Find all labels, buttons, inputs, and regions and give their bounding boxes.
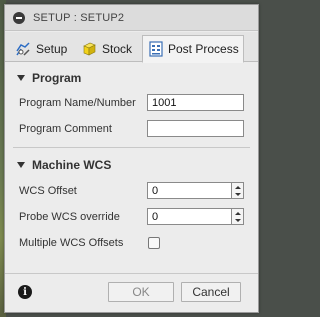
collapse-caret-icon[interactable] [17, 75, 25, 81]
machine-wcs-section-title: Machine WCS [32, 158, 112, 172]
post-process-icon [149, 41, 163, 57]
setup-icon [16, 41, 30, 56]
wcs-offset-stepper[interactable] [232, 182, 244, 199]
dialog-footer: i OK Cancel [5, 273, 258, 312]
wcs-offset-label: WCS Offset [19, 185, 77, 197]
multiple-wcs-label: Multiple WCS Offsets [19, 237, 124, 249]
tab-bar: Setup Stock Post Process [5, 32, 258, 63]
spin-up-icon[interactable] [235, 212, 241, 215]
spin-up-icon[interactable] [235, 186, 241, 189]
probe-wcs-stepper[interactable] [232, 208, 244, 225]
setup-dialog: SETUP : SETUP2 Setup Stock Post Process … [4, 4, 259, 313]
multiple-wcs-checkbox[interactable] [148, 237, 160, 249]
dialog-titlebar[interactable]: SETUP : SETUP2 [5, 5, 258, 31]
program-comment-input[interactable] [147, 120, 244, 137]
spin-down-icon[interactable] [235, 219, 241, 222]
cancel-button[interactable]: Cancel [181, 282, 241, 302]
program-section-header[interactable]: Program [17, 70, 81, 86]
info-icon[interactable]: i [18, 285, 32, 299]
wcs-offset-input[interactable]: 0 [147, 182, 232, 199]
tab-setup-label: Setup [36, 41, 68, 56]
collapse-icon[interactable] [13, 11, 25, 24]
machine-wcs-section-header[interactable]: Machine WCS [17, 157, 111, 173]
tab-post-process-label: Post Process [168, 42, 239, 56]
ok-button[interactable]: OK [108, 282, 174, 302]
program-name-input[interactable]: 1001 [147, 94, 244, 111]
tab-stock-label: Stock [102, 41, 133, 56]
program-section-title: Program [32, 71, 82, 85]
section-divider [13, 147, 250, 148]
spin-down-icon[interactable] [235, 193, 241, 196]
program-name-label: Program Name/Number [19, 97, 136, 109]
probe-wcs-input[interactable]: 0 [147, 208, 232, 225]
program-comment-label: Program Comment [19, 123, 112, 135]
dialog-title: SETUP : SETUP2 [33, 11, 125, 24]
tab-post-process[interactable]: Post Process [142, 35, 244, 63]
collapse-caret-icon[interactable] [17, 162, 25, 168]
stock-cube-icon [83, 42, 96, 55]
probe-wcs-label: Probe WCS override [19, 211, 120, 223]
tab-setup[interactable]: Setup [11, 35, 71, 62]
tab-stock[interactable]: Stock [77, 35, 139, 62]
post-process-panel: Program Program Name/Number 1001 Program… [5, 63, 258, 273]
